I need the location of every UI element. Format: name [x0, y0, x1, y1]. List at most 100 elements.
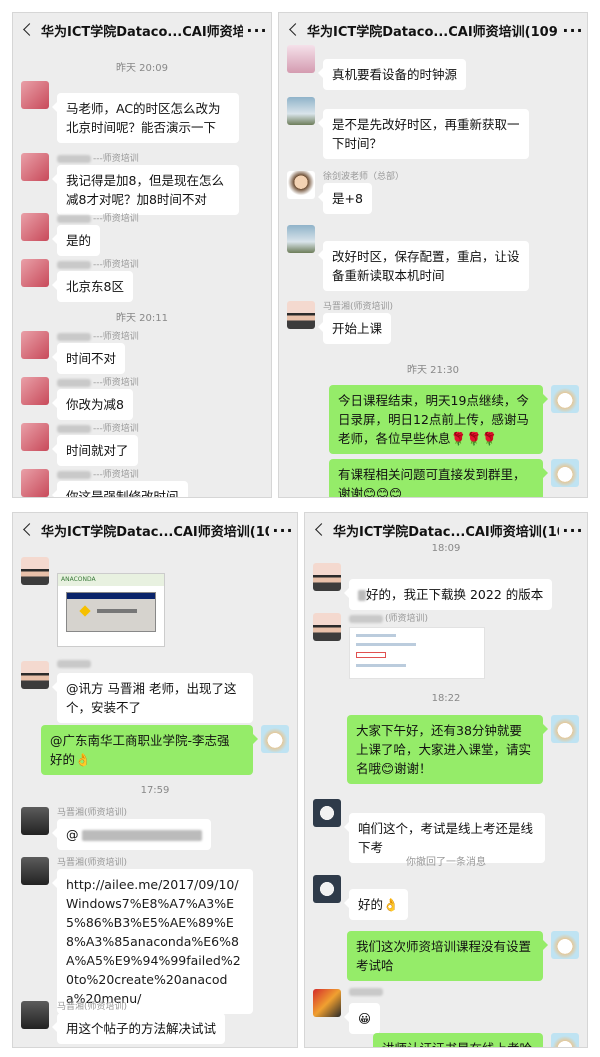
message-bubble[interactable]: @讯方 马晋湘 老师，出现了这个，安装不了: [52, 673, 253, 723]
sender-name: 徐剑波老师（总部）: [323, 172, 405, 182]
timestamp: 17:59: [140, 785, 170, 796]
avatar[interactable]: [21, 661, 49, 689]
message-bubble[interactable]: 😀: [343, 1003, 381, 1034]
avatar[interactable]: [21, 557, 49, 585]
message-bubble[interactable]: 是+8: [318, 183, 372, 214]
chat-header: 华为ICT学院Dataco...CAI师资培训(109) ···: [279, 13, 587, 47]
message-bubble[interactable]: 我记得是加8，但是现在怎么减8才对呢？加8时间不对: [52, 165, 239, 215]
avatar[interactable]: [313, 563, 341, 591]
avatar[interactable]: [313, 875, 341, 903]
message-bubble[interactable]: 真机要看设备的时钟源: [317, 59, 467, 90]
avatar[interactable]: [551, 459, 579, 487]
sender-name: 马晋湘(师资培训): [57, 1002, 128, 1012]
sender-name: (师资培训): [349, 611, 428, 624]
avatar[interactable]: [313, 799, 341, 827]
link-message-bubble[interactable]: http://ailee.me/2017/09/10/Windows7%E8%A…: [52, 869, 253, 1014]
avatar[interactable]: [287, 171, 315, 199]
sender-name: ---师资培训: [57, 211, 139, 224]
avatar[interactable]: [21, 1001, 49, 1029]
sender-name: [349, 987, 385, 997]
message-list[interactable]: 真机要看设备的时钟源 是不是先改好时区，再重新获取一下时间？ 徐剑波老师（总部）…: [279, 45, 587, 497]
timestamp: 昨天 20:11: [116, 313, 168, 324]
sender-name: ---师资培训: [57, 375, 139, 388]
back-arrow-icon[interactable]: [285, 13, 307, 47]
avatar[interactable]: [551, 715, 579, 743]
avatar[interactable]: [261, 725, 289, 753]
message-bubble[interactable]: 今日课程结束，明天19点继续，今日录屏，明日12点前上传，感谢马老师，各位早些休…: [329, 385, 548, 454]
avatar[interactable]: [313, 613, 341, 641]
sender-name: ---师资培训: [57, 151, 139, 164]
message-bubble[interactable]: 你改为减8: [52, 389, 133, 420]
more-options-icon[interactable]: ···: [559, 21, 587, 40]
avatar[interactable]: [21, 259, 49, 287]
message-bubble[interactable]: 大家下午好，还有38分钟就要上课了哈，大家进入课堂，请实名哦😊谢谢！: [347, 715, 548, 784]
message-list[interactable]: ANACONDA @讯方 马晋湘 老师，出现了这个，安装不了 @广东南华工商职业…: [13, 549, 297, 1047]
avatar[interactable]: [21, 81, 49, 109]
message-bubble[interactable]: 开始上课: [317, 313, 392, 344]
message-bubble[interactable]: 北京东8区: [52, 271, 133, 302]
sender-name: 马晋湘(师资培训): [57, 808, 128, 818]
message-bubble[interactable]: 好的，我正下载换 2022 的版本: [343, 579, 553, 610]
back-arrow-icon[interactable]: [19, 513, 41, 547]
sender-name: [57, 659, 93, 669]
message-bubble[interactable]: @广东南华工商职业学院-李志强 好的👌: [41, 725, 258, 775]
avatar[interactable]: [21, 857, 49, 885]
chat-header: 华为ICT学院Datac...CAI师资培训(109) ···: [13, 513, 297, 547]
message-bubble[interactable]: 时间不对: [51, 343, 126, 374]
avatar[interactable]: [21, 377, 49, 405]
avatar[interactable]: [313, 989, 341, 1017]
sender-name: 马晋湘(师资培训): [323, 302, 394, 312]
avatar[interactable]: [287, 45, 315, 73]
back-arrow-icon[interactable]: [19, 13, 41, 47]
sender-name: ---师资培训: [57, 257, 139, 270]
message-bubble[interactable]: 我们这次师资培训课程没有设置考试哈: [347, 931, 548, 981]
message-list[interactable]: 18:09 好的，我正下载换 2022 的版本 (师资培训) 18:22 大家下…: [305, 543, 587, 1047]
message-bubble[interactable]: 好的👌: [344, 889, 408, 920]
more-options-icon[interactable]: ···: [269, 521, 297, 540]
message-bubble[interactable]: 改好时区，保存配置，重启，让设备重新读取本机时间: [318, 241, 529, 291]
chat-panel-1: 华为ICT学院Dataco...CAI师资培训(109) ··· 昨天 20:0…: [12, 12, 272, 498]
avatar[interactable]: [551, 385, 579, 413]
message-bubble[interactable]: @: [51, 819, 212, 850]
message-bubble[interactable]: 你这是强制修改时间: [52, 481, 188, 497]
avatar[interactable]: [287, 97, 315, 125]
avatar[interactable]: [21, 807, 49, 835]
chat-title: 华为ICT学院Datac...CAI师资培训(109): [41, 524, 269, 540]
timestamp: 18:22: [431, 693, 461, 704]
back-arrow-icon[interactable]: [311, 513, 333, 547]
message-bubble[interactable]: 是的: [51, 225, 101, 256]
screenshot-image[interactable]: ANACONDA: [57, 573, 165, 647]
avatar[interactable]: [551, 931, 579, 959]
message-list[interactable]: 昨天 20:09 马老师，AC的时区怎么改为北京时间呢？能否演示一下 ---师资…: [13, 49, 271, 497]
sender-name: ---师资培训: [57, 329, 139, 342]
timestamp: 昨天 21:30: [407, 365, 459, 376]
recall-notice: 你撤回了一条消息: [406, 857, 486, 868]
chat-title: 华为ICT学院Dataco...CAI师资培训(109): [307, 24, 559, 40]
more-options-icon[interactable]: ···: [243, 21, 271, 40]
message-bubble[interactable]: 马老师，AC的时区怎么改为北京时间呢？能否演示一下: [52, 93, 239, 143]
chat-panel-4: 华为ICT学院Datac...CAI师资培训(109) ··· 18:09 好的…: [304, 512, 588, 1048]
message-bubble[interactable]: 用这个帖子的方法解决试试: [51, 1013, 226, 1044]
more-options-icon[interactable]: ···: [559, 521, 587, 540]
message-bubble[interactable]: 时间就对了: [52, 435, 138, 466]
avatar[interactable]: [551, 1033, 579, 1047]
timestamp: 昨天 20:09: [116, 63, 168, 74]
message-bubble[interactable]: 讲师认证证书是在线上考哈: [373, 1033, 543, 1047]
avatar[interactable]: [21, 469, 49, 497]
chat-title: 华为ICT学院Datac...CAI师资培训(109): [333, 524, 559, 540]
avatar[interactable]: [21, 153, 49, 181]
timestamp: 18:09: [431, 543, 461, 554]
chat-panel-3: 华为ICT学院Datac...CAI师资培训(109) ··· ANACONDA…: [12, 512, 298, 1048]
avatar[interactable]: [287, 225, 315, 253]
sender-name: ---师资培训: [57, 421, 139, 434]
avatar[interactable]: [21, 213, 49, 241]
avatar[interactable]: [287, 301, 315, 329]
chat-panel-2: 华为ICT学院Dataco...CAI师资培训(109) ··· 真机要看设备的…: [278, 12, 588, 498]
message-bubble[interactable]: 有课程相关问题可直接发到群里，谢谢😊😊😊: [329, 459, 548, 497]
avatar[interactable]: [21, 331, 49, 359]
sender-name: 马晋湘(师资培训): [57, 858, 128, 868]
avatar[interactable]: [21, 423, 49, 451]
chat-header: 华为ICT学院Dataco...CAI师资培训(109) ···: [13, 13, 271, 47]
screenshot-image[interactable]: [349, 627, 485, 679]
message-bubble[interactable]: 是不是先改好时区，再重新获取一下时间？: [318, 109, 529, 159]
